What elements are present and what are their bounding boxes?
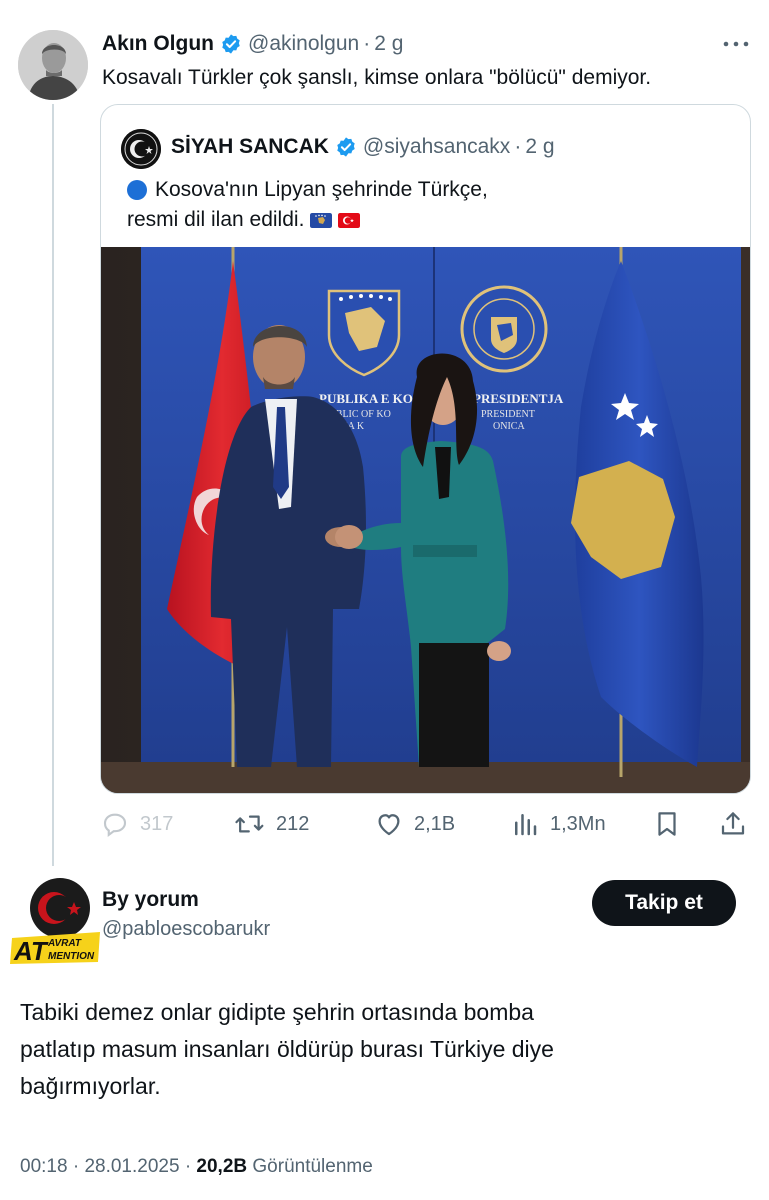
quote-header: SİYAH SANCAK @siyahsancakx · 2 g: [171, 133, 555, 161]
quote-author-handle[interactable]: @siyahsancakx: [363, 135, 510, 159]
follow-button[interactable]: Takip et: [592, 880, 736, 926]
post-date[interactable]: 28.01.2025: [84, 1156, 179, 1177]
handshake: [335, 525, 363, 549]
blue-circle-emoji-icon: [127, 180, 147, 200]
quote-text: Kosova'nın Lipyan şehrinde Türkçe, resmi…: [127, 175, 727, 235]
avatar-text-bottom: MENTION: [48, 951, 95, 962]
separator-dot: ·: [184, 1156, 192, 1177]
reply-author-handle[interactable]: @pabloescobarukr: [102, 918, 270, 941]
tweet-text: Kosavalı Türkler çok şanslı, kimse onlar…: [102, 66, 652, 89]
author-handle[interactable]: @akinolgun: [248, 32, 359, 56]
quote-text-line2: resmi dil ilan edildi.: [127, 208, 305, 231]
backdrop-text-right-3: ONICA: [493, 421, 525, 432]
thread-connector-line: [52, 104, 54, 866]
share-button[interactable]: [718, 804, 758, 844]
separator-dot: ·: [363, 32, 371, 55]
quoted-tweet-photo[interactable]: PUBLIKA E KOS PUBLIC OF KO LIKA K PRESID…: [101, 247, 750, 793]
like-count: 2,1B: [414, 812, 456, 835]
views-count: 1,3Mn: [550, 812, 606, 835]
retweet-icon: [235, 815, 264, 833]
avatar-text-main: AT: [13, 936, 49, 966]
reply-icon: [103, 813, 127, 837]
quote-avatar[interactable]: [121, 129, 161, 169]
backdrop-text-left-1: PUBLIKA E KOS: [319, 391, 420, 406]
author-name[interactable]: Akın Olgun: [102, 32, 214, 56]
like-button[interactable]: 2,1B: [374, 804, 455, 844]
quote-text-line1: Kosova'nın Lipyan şehrinde Türkçe,: [155, 178, 488, 201]
reply-avatar[interactable]: AT AVRAT MENTION: [8, 876, 104, 966]
more-horizontal-icon[interactable]: [716, 34, 756, 54]
verified-badge-icon: [222, 34, 240, 54]
tweet-header: Akın Olgun @akinolgun · 2 g: [102, 30, 403, 58]
views-label: Görüntülenme: [252, 1156, 373, 1177]
reply-author-name[interactable]: By yorum: [102, 888, 199, 912]
post-time[interactable]: 00:18: [20, 1156, 68, 1177]
tweet-time[interactable]: 2 g: [374, 32, 403, 56]
kosovo-flag-emoji-icon: [310, 212, 333, 228]
verified-badge-icon: [337, 137, 355, 157]
retweet-button[interactable]: 212: [234, 804, 309, 844]
tweet-action-bar: 317 212 2,1B 1,3Mn: [100, 804, 760, 844]
reply-count: 317: [140, 812, 174, 835]
reply-text-line2: patlatıp masum insanları öldürüp burası …: [20, 1036, 554, 1062]
avatar-text-top: AVRAT: [47, 938, 82, 949]
heart-icon: [378, 814, 400, 836]
view-count: 20,2B: [196, 1156, 248, 1177]
retweet-count: 212: [276, 812, 310, 835]
reply-text: Tabiki demez onlar gidipte şehrin ortası…: [20, 994, 750, 1105]
reply-text-line1: Tabiki demez onlar gidipte şehrin ortası…: [20, 999, 534, 1025]
bookmark-button[interactable]: [652, 804, 692, 844]
analytics-icon: [515, 814, 537, 836]
separator-dot: ·: [72, 1156, 80, 1177]
reply-button[interactable]: 317: [100, 804, 173, 844]
reply-text-line3: bağırmıyorlar.: [20, 1073, 161, 1099]
bookmark-icon: [658, 812, 676, 836]
backdrop-text-right-2: PRESIDENT: [481, 409, 535, 420]
quote-author-name[interactable]: SİYAH SANCAK: [171, 135, 329, 159]
photo-scene: PUBLIKA E KOS PUBLIC OF KO LIKA K PRESID…: [101, 247, 750, 793]
backdrop-text-right-1: PRESIDENTJA: [473, 391, 564, 406]
avatar[interactable]: [18, 30, 88, 100]
share-icon: [721, 812, 745, 835]
views-button[interactable]: 1,3Mn: [510, 804, 606, 844]
quoted-tweet-card[interactable]: SİYAH SANCAK @siyahsancakx · 2 g Kosova'…: [100, 104, 751, 794]
turkey-flag-emoji-icon: [338, 212, 361, 228]
quote-time[interactable]: 2 g: [525, 135, 554, 159]
tweet-meta-footer: 00:18 · 28.01.2025 · 20,2B Görüntülenme: [20, 1156, 373, 1178]
separator-dot: ·: [514, 135, 522, 158]
presidential-seal: [460, 285, 548, 373]
